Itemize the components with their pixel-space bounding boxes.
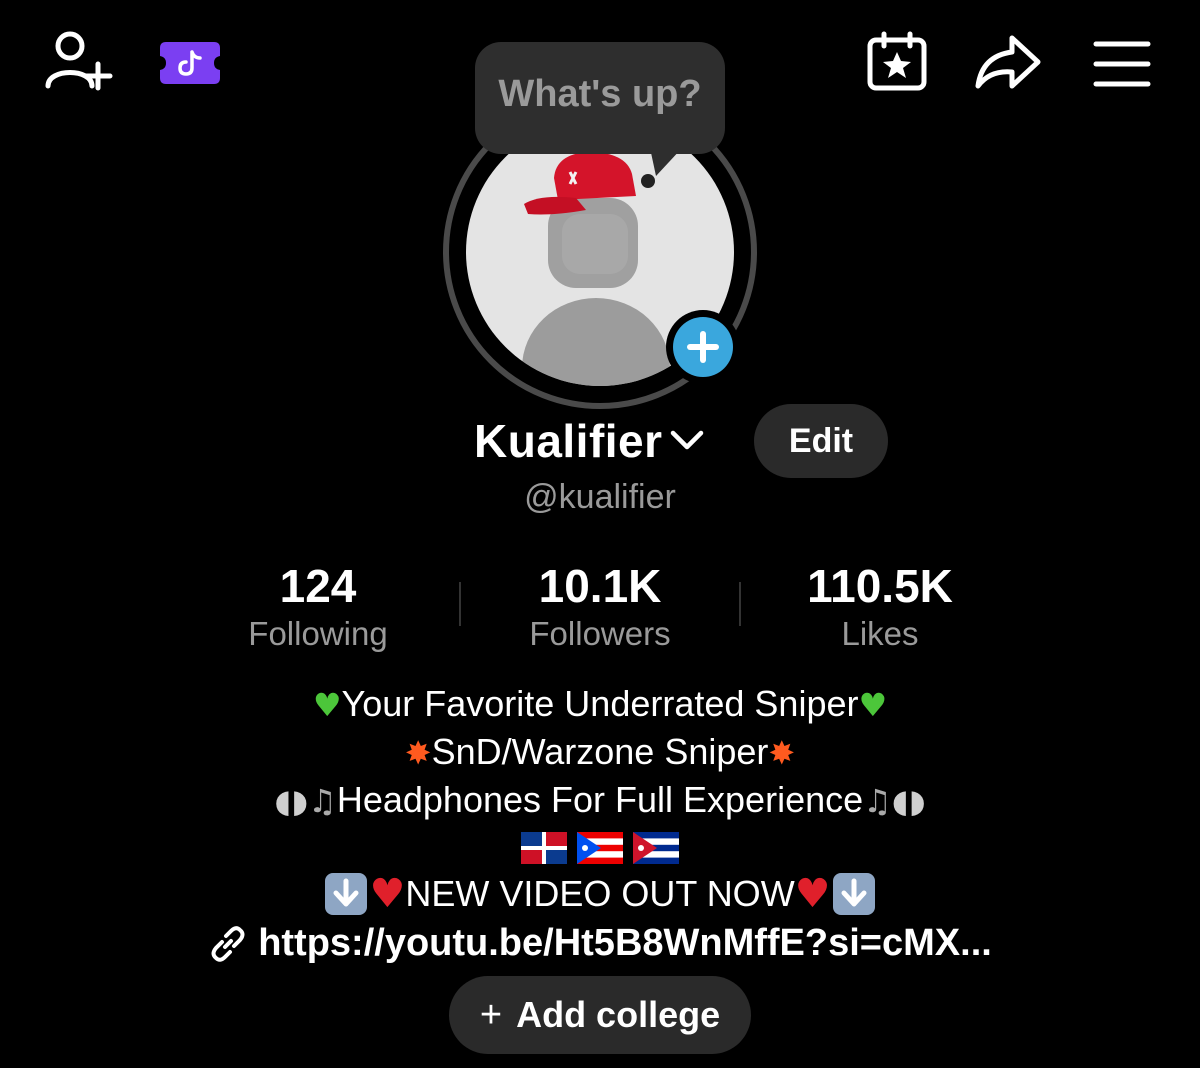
add-friend-icon[interactable] bbox=[40, 28, 116, 94]
status-bubble[interactable]: What's up? bbox=[475, 42, 725, 154]
bubble-dot bbox=[641, 174, 655, 188]
edit-profile-button[interactable]: Edit bbox=[754, 404, 888, 478]
stat-likes[interactable]: 110.5K Likes bbox=[740, 560, 1020, 656]
stat-value: 10.1K bbox=[538, 560, 662, 612]
status-bubble-text: What's up? bbox=[498, 72, 702, 115]
headphones-icon: ◖◗ bbox=[891, 782, 926, 820]
dominican-flag-icon bbox=[521, 832, 567, 864]
music-notes-icon: ♫ bbox=[863, 782, 892, 820]
music-notes-icon: ♫ bbox=[308, 782, 337, 820]
bio-text: Your Favorite Underrated Sniper bbox=[341, 683, 859, 724]
green-heart-icon: ♥ bbox=[858, 686, 888, 724]
down-arrow-icon bbox=[832, 873, 875, 915]
bubble-tail bbox=[650, 148, 682, 176]
red-heart-icon: ♥ bbox=[369, 871, 406, 917]
profile-handle: @kualifier bbox=[524, 478, 676, 516]
share-arrow-icon[interactable] bbox=[972, 30, 1044, 94]
bio-text: Headphones For Full Experience bbox=[336, 779, 864, 820]
add-college-button[interactable]: + Add college bbox=[449, 976, 751, 1054]
stat-value: 124 bbox=[279, 560, 357, 612]
chevron-down-icon bbox=[670, 430, 703, 450]
puerto-rico-flag-icon bbox=[577, 832, 623, 864]
cuba-flag-icon bbox=[633, 832, 679, 864]
stat-followers[interactable]: 10.1K Followers bbox=[460, 560, 740, 656]
stat-label: Likes bbox=[841, 615, 919, 652]
bio-link-text: https://youtu.be/Ht5B8WnMffE?si=cMX... bbox=[258, 922, 992, 964]
bio-text: NEW VIDEO OUT NOW bbox=[405, 873, 795, 914]
bio-line: ✸SnD/Warzone Sniper✸ bbox=[0, 728, 1200, 777]
plus-icon bbox=[673, 317, 733, 377]
username-switcher[interactable]: Kualifier bbox=[474, 410, 705, 472]
headphones-icon: ◖◗ bbox=[274, 782, 309, 820]
stat-label: Followers bbox=[529, 615, 671, 652]
plus-icon: + bbox=[479, 993, 503, 1036]
bio-line: ♥Your Favorite Underrated Sniper♥ bbox=[0, 680, 1200, 729]
red-heart-icon: ♥ bbox=[794, 871, 831, 917]
hamburger-menu-icon[interactable] bbox=[1090, 38, 1154, 90]
bio-text: SnD/Warzone Sniper bbox=[431, 731, 769, 772]
green-heart-icon: ♥ bbox=[312, 686, 342, 724]
bio-flags bbox=[0, 824, 1200, 864]
stat-value: 110.5K bbox=[807, 560, 953, 612]
bio-line: ◖◗♫Headphones For Full Experience♫◖◗ bbox=[0, 776, 1200, 825]
add-story-button[interactable] bbox=[666, 310, 740, 384]
stat-label: Following bbox=[248, 615, 388, 652]
down-arrow-icon bbox=[325, 873, 368, 915]
link-icon bbox=[211, 925, 245, 962]
username: Kualifier bbox=[474, 415, 663, 467]
tiktok-ticket-icon[interactable] bbox=[158, 40, 222, 86]
collision-icon: ✸ bbox=[768, 734, 796, 772]
stat-following[interactable]: 124 Following bbox=[178, 560, 458, 656]
bio-line: ♥ NEW VIDEO OUT NOW ♥ bbox=[0, 870, 1200, 918]
bio-link[interactable]: https://youtu.be/Ht5B8WnMffE?si=cMX... bbox=[0, 922, 1200, 965]
collision-icon: ✸ bbox=[404, 734, 432, 772]
calendar-star-icon[interactable] bbox=[862, 30, 932, 94]
add-college-label: Add college bbox=[516, 994, 721, 1035]
